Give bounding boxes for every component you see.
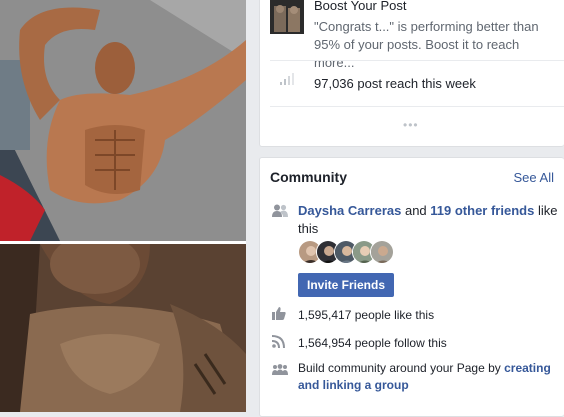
page-follows-text: 1,564,954 people follow this xyxy=(298,336,447,350)
page-likes-text: 1,595,417 people like this xyxy=(298,308,435,322)
other-friends-link[interactable]: 119 other friends xyxy=(430,203,534,218)
boost-post-card: Boost Your Post "Congrats t..." is perfo… xyxy=(259,0,564,147)
boost-post-thumbnail[interactable] xyxy=(270,0,304,34)
see-all-link[interactable]: See All xyxy=(514,170,554,185)
boost-post-title[interactable]: Boost Your Post xyxy=(314,0,407,13)
community-card: Community See All Daysha Carreras and 11… xyxy=(259,157,564,417)
thumbs-up-icon xyxy=(272,307,286,325)
post-reach-text: 97,036 post reach this week xyxy=(314,76,476,91)
rss-follow-icon xyxy=(271,335,285,353)
boost-post-description: "Congrats t..." is performing better tha… xyxy=(314,19,539,70)
fitness-photo-2[interactable] xyxy=(0,244,246,412)
more-dots-icon[interactable]: ••• xyxy=(403,118,419,132)
community-title: Community xyxy=(270,169,347,185)
divider xyxy=(270,106,564,107)
friend-name-link[interactable]: Daysha Carreras xyxy=(298,203,401,218)
avatar[interactable] xyxy=(370,240,394,264)
friends-icon xyxy=(272,204,288,222)
build-community-prefix: Build community around your Page by xyxy=(298,361,505,375)
and-text: and xyxy=(401,203,431,218)
bar-chart-icon xyxy=(280,72,294,90)
divider xyxy=(270,60,564,61)
friends-like-text: Daysha Carreras and 119 other friends li… xyxy=(298,202,558,238)
build-community-text: Build community around your Page by crea… xyxy=(298,360,560,394)
photo-column xyxy=(0,0,246,412)
group-icon xyxy=(272,362,288,380)
invite-friends-button[interactable]: Invite Friends xyxy=(298,273,394,297)
fitness-photo-1[interactable] xyxy=(0,0,246,241)
right-sidebar: Boost Your Post "Congrats t..." is perfo… xyxy=(259,0,564,417)
